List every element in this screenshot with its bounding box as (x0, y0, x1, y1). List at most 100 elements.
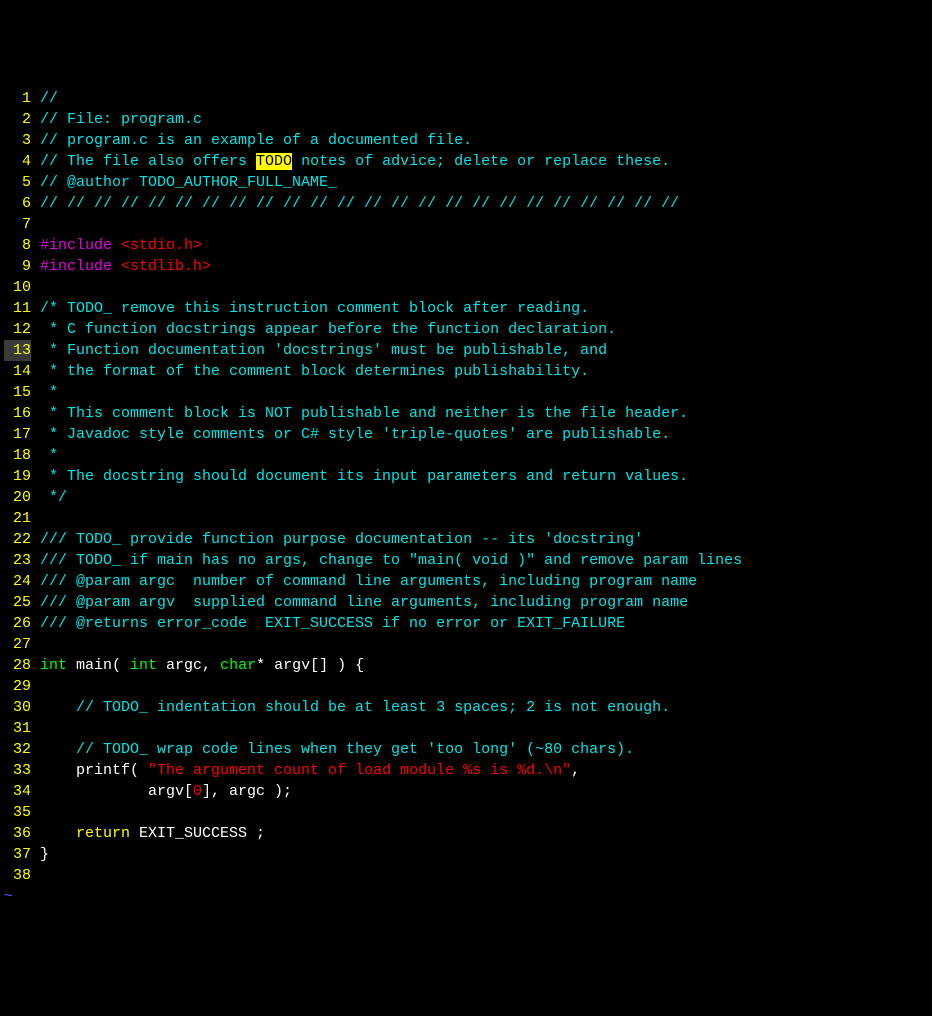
comment: // TODO_ wrap code lines when they get '… (40, 741, 634, 758)
code-line: 14 * the format of the comment block det… (4, 361, 928, 382)
code-line: 8 #include <stdio.h> (4, 235, 928, 256)
code-line: 3 // program.c is an example of a documen… (4, 130, 928, 151)
code-line: 13 * Function documentation 'docstrings'… (4, 340, 928, 361)
code-line: 22 /// TODO_ provide function purpose doc… (4, 529, 928, 550)
line-number: 31 (4, 718, 31, 739)
line-number: 18 (4, 445, 31, 466)
code-line: 38 (4, 865, 928, 886)
line-number: 8 (4, 235, 31, 256)
line-number: 33 (4, 760, 31, 781)
include-path: <stdio.h> (112, 237, 202, 254)
line-number: 26 (4, 613, 31, 634)
comment: /* TODO_ remove this instruction comment… (40, 300, 589, 317)
preprocessor: #include (40, 258, 112, 275)
line-number: 20 (4, 487, 31, 508)
code-line: 37} (4, 844, 928, 865)
line-number: 29 (4, 676, 31, 697)
line-number: 16 (4, 403, 31, 424)
code-line: 34 argv[0], argc ); (4, 781, 928, 802)
code-text: , (571, 762, 580, 779)
comment: * the format of the comment block determ… (40, 363, 589, 380)
code-text: } (40, 846, 49, 863)
line-number: 3 (4, 130, 31, 151)
comment: notes of advice; delete or replace these… (292, 153, 670, 170)
code-text: printf( (40, 762, 148, 779)
line-number: 9 (4, 256, 31, 277)
code-line: 36 return EXIT_SUCCESS ; (4, 823, 928, 844)
comment: * C function docstrings appear before th… (40, 321, 616, 338)
code-line: 17 * Javadoc style comments or C# style … (4, 424, 928, 445)
line-number: 12 (4, 319, 31, 340)
code-line: 30 // TODO_ indentation should be at lea… (4, 697, 928, 718)
code-text: argc, (157, 657, 220, 674)
number-literal: 0 (193, 783, 202, 800)
code-text (40, 825, 76, 842)
comment: // // // // // // // // // // // // // /… (40, 195, 679, 212)
code-line: 7 (4, 214, 928, 235)
code-line: 4// The file also offers TODO notes of a… (4, 151, 928, 172)
preprocessor: #include (40, 237, 112, 254)
line-number: 25 (4, 592, 31, 613)
keyword: int (130, 657, 157, 674)
code-line: 35 (4, 802, 928, 823)
line-number: 22 (4, 529, 31, 550)
code-line: 5// @author TODO_AUTHOR_FULL_NAME_ (4, 172, 928, 193)
code-text: argv[ (40, 783, 193, 800)
line-number: 34 (4, 781, 31, 802)
line-number: 7 (4, 214, 31, 235)
comment: // program.c is an example of a document… (40, 132, 472, 149)
code-text: ], argc ); (202, 783, 292, 800)
todo-highlight: TODO (256, 153, 292, 170)
code-line: 12 * C function docstrings appear before… (4, 319, 928, 340)
comment: /// @param argv supplied command line ar… (40, 594, 688, 611)
keyword: char (220, 657, 256, 674)
comment: * The docstring should document its inpu… (40, 468, 688, 485)
line-number: 14 (4, 361, 31, 382)
line-number: 37 (4, 844, 31, 865)
line-number: 4 (4, 151, 31, 172)
code-line: 10 (4, 277, 928, 298)
comment: // (40, 90, 58, 107)
code-line: 15 * (4, 382, 928, 403)
code-line: 1 // (4, 88, 928, 109)
line-number: 1 (4, 88, 31, 109)
keyword: return (76, 825, 130, 842)
code-editor[interactable]: 1 // 2 // File: program.c 3 // program.c is a… (4, 88, 928, 907)
line-number: 28 (4, 655, 31, 676)
code-line: 25 /// @param argv supplied command line … (4, 592, 928, 613)
comment: // File: program.c (40, 111, 202, 128)
line-number: 35 (4, 802, 31, 823)
line-number: 6 (4, 193, 31, 214)
code-line: 2 // File: program.c (4, 109, 928, 130)
empty-buffer-line: ~ (4, 886, 928, 907)
string-literal: "The argument count of load module %s is… (148, 762, 571, 779)
tilde-marker: ~ (4, 888, 13, 905)
comment: // TODO_ indentation should be at least … (40, 699, 670, 716)
code-line: 29 (4, 676, 928, 697)
line-number: 24 (4, 571, 31, 592)
comment: * (40, 384, 58, 401)
code-line: 28int main( int argc, char* argv[] ) { (4, 655, 928, 676)
code-line: 6 // // // // // // // // // // // // // … (4, 193, 928, 214)
code-line: 19 * The docstring should document its i… (4, 466, 928, 487)
comment: */ (40, 489, 67, 506)
line-number: 19 (4, 466, 31, 487)
code-line: 11/* TODO_ remove this instruction comme… (4, 298, 928, 319)
comment: * This comment block is NOT publishable … (40, 405, 688, 422)
line-number: 38 (4, 865, 31, 886)
comment: /// TODO_ provide function purpose docum… (40, 531, 643, 548)
code-line: 31 (4, 718, 928, 739)
line-number: 23 (4, 550, 31, 571)
code-line: 9#include <stdlib.h> (4, 256, 928, 277)
comment: * (40, 447, 58, 464)
line-number: 2 (4, 109, 31, 130)
code-line: 20 */ (4, 487, 928, 508)
code-line: 16 * This comment block is NOT publishab… (4, 403, 928, 424)
comment: * Javadoc style comments or C# style 'tr… (40, 426, 670, 443)
line-number: 32 (4, 739, 31, 760)
code-text: EXIT_SUCCESS ; (130, 825, 265, 842)
line-number: 10 (4, 277, 31, 298)
line-number: 15 (4, 382, 31, 403)
line-number: 30 (4, 697, 31, 718)
code-line: 32 // TODO_ wrap code lines when they ge… (4, 739, 928, 760)
